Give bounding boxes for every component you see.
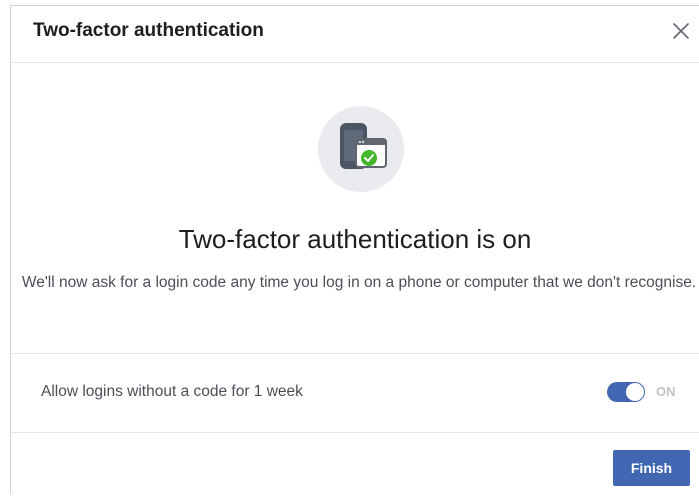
allow-logins-setting-row: Allow logins without a code for 1 week O… — [11, 354, 699, 433]
dialog-header: Two-factor authentication — [11, 6, 699, 63]
toggle-state-label: ON — [656, 384, 676, 399]
dialog-body: Two-factor authentication is on We'll no… — [11, 63, 699, 354]
dialog-footer: Finish — [11, 433, 699, 496]
allow-logins-label: Allow logins without a code for 1 week — [41, 383, 303, 400]
phone-laptop-check-icon — [340, 123, 387, 169]
dialog-title: Two-factor authentication — [33, 20, 264, 41]
illustration-circle — [318, 106, 404, 192]
screen: Two-factor authentication Two-factor aut… — [0, 0, 699, 494]
two-factor-dialog: Two-factor authentication Two-factor aut… — [10, 5, 699, 494]
status-headline: Two-factor authentication is on — [178, 224, 532, 254]
allow-logins-toggle[interactable] — [607, 382, 645, 402]
toggle-knob — [626, 383, 644, 401]
close-icon — [673, 23, 689, 39]
status-description: We'll now ask for a login code any time … — [21, 274, 697, 291]
finish-button[interactable]: Finish — [613, 450, 690, 486]
close-button[interactable] — [669, 19, 693, 43]
